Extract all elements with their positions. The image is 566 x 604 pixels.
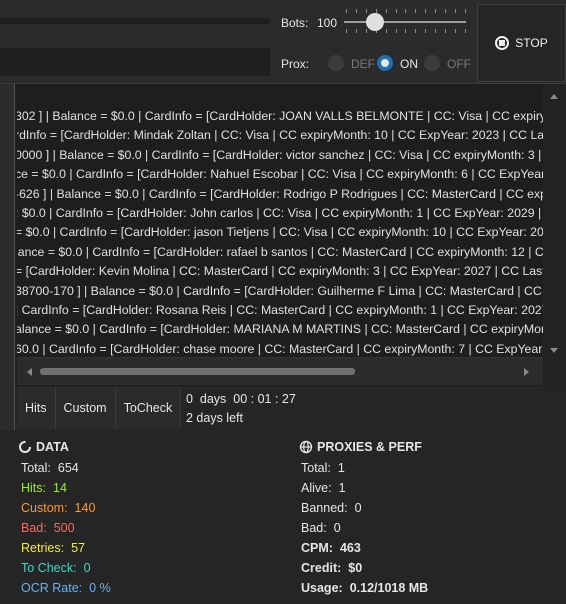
stat-value: 14 <box>53 481 67 495</box>
proxy-stat-row: Bad: 0 <box>301 521 341 535</box>
stat-value: 0 <box>333 521 341 535</box>
data-title-text: DATA <box>36 440 69 454</box>
elapsed-timer: 0 days 00 : 01 : 27 2 days left <box>186 390 296 428</box>
stat-label: Hits: <box>21 481 46 495</box>
log-line[interactable]: | CardInfo = [CardHolder: Rosana Reis | … <box>17 301 543 320</box>
left-splitter[interactable] <box>0 84 15 430</box>
prox-on-radio[interactable] <box>377 55 393 71</box>
scroll-left-icon[interactable] <box>27 368 32 376</box>
stat-label: Bad: <box>21 521 47 535</box>
slider-ticks-bottom <box>346 29 466 33</box>
data-stat-row: To Check: 0 <box>21 561 91 575</box>
stat-value: 0 <box>354 501 362 515</box>
stats-panel: DATA PROXIES & PERF Total: 654 Hits: 14 Cust… <box>0 430 566 604</box>
log-line[interactable]: 60.0 | CardInfo = [CardHolder: chase moo… <box>17 340 543 357</box>
stop-button[interactable]: STOP <box>477 4 566 82</box>
stat-value: 0 % <box>89 581 111 595</box>
log-line[interactable]: lance = $0.0 | CardInfo = [CardHolder: r… <box>17 243 543 262</box>
globe-icon <box>299 440 313 454</box>
prox-label: Prox: <box>281 57 310 71</box>
stop-icon <box>495 36 510 50</box>
data-stat-row: Hits: 14 <box>21 481 67 495</box>
log-line[interactable]: : $0.0 | CardInfo = [CardHolder: John ca… <box>17 204 543 223</box>
stat-label: OCR Rate: <box>21 581 83 595</box>
data-stat-row: OCR Rate: 0 % <box>21 581 111 595</box>
stat-value: 463 <box>339 541 361 555</box>
stat-label: To Check: <box>21 561 77 575</box>
stat-label: CPM: <box>301 541 333 555</box>
log-line[interactable]: alance = $0.0 | CardInfo = [CardHolder: … <box>17 320 543 339</box>
stat-label: Usage: <box>301 581 343 595</box>
result-tabs: Hits Custom ToCheck <box>17 387 182 429</box>
data-section-title: DATA <box>18 440 69 454</box>
top-bar-strip <box>0 18 270 24</box>
proxy-stat-row: Usage: 0.12/1018 MB <box>301 581 428 595</box>
bots-value: 100 <box>317 16 338 30</box>
stat-value: 1 <box>337 461 345 475</box>
stat-label: Total: <box>301 461 331 475</box>
slider-ticks-top <box>346 9 466 13</box>
log-line[interactable]: 302 ] | Balance = $0.0 | CardInfo = [Car… <box>17 107 543 126</box>
horizontal-scroll-thumb[interactable] <box>40 368 355 375</box>
stat-value: 140 <box>74 501 96 515</box>
ring-icon <box>19 441 31 453</box>
log-line[interactable]: = $0.0 | CardInfo = [CardHolder: jason T… <box>17 223 543 242</box>
proxy-stat-row: Banned: 0 <box>301 501 362 515</box>
data-stat-row: Custom: 140 <box>21 501 95 515</box>
prox-off-radio[interactable] <box>424 55 440 71</box>
proxy-stat-row: Credit: $0 <box>301 561 362 575</box>
bots-slider-handle[interactable] <box>366 13 384 31</box>
top-controls: Bots: 100 Prox: DEF ON OFF STOP <box>0 0 566 84</box>
log-vertical-scrollbar[interactable] <box>543 84 566 386</box>
prox-def-radio[interactable] <box>328 55 344 71</box>
stat-label: Total: <box>21 461 51 475</box>
stat-value: 654 <box>57 461 79 475</box>
prox-on-label: ON <box>400 57 418 71</box>
proxy-stat-row: CPM: 463 <box>301 541 361 555</box>
prox-off-label: OFF <box>447 57 471 71</box>
prox-def-label: DEF <box>351 57 375 71</box>
stop-label: STOP <box>515 36 548 50</box>
tab-custom[interactable]: Custom <box>55 387 116 429</box>
stat-value: 500 <box>53 521 75 535</box>
proxy-stat-row: Alive: 1 <box>301 481 346 495</box>
log-line[interactable]: = [CardHolder: Kevin Molina | CC: Master… <box>17 262 543 281</box>
timer-elapsed: 0 days 00 : 01 : 27 <box>186 392 296 406</box>
log-list[interactable]: 302 ] | Balance = $0.0 | CardInfo = [Car… <box>17 107 543 357</box>
stat-label: Alive: <box>301 481 332 495</box>
log-line[interactable]: 0000 ] | Balance = $0.0 | CardInfo = [Ca… <box>17 146 543 165</box>
stat-label: Retries: <box>21 541 65 555</box>
timer-remaining: 2 days left <box>186 411 243 425</box>
log-line[interactable]: -626 ] | Balance = $0.0 | CardInfo = [Ca… <box>17 185 543 204</box>
stat-label: Credit: <box>301 561 342 575</box>
stat-label: Bad: <box>301 521 327 535</box>
stat-value: 0.12/1018 MB <box>349 581 429 595</box>
scroll-down-icon[interactable] <box>550 348 558 353</box>
stat-label: Banned: <box>301 501 348 515</box>
log-line[interactable]: 38700-170 ] | Balance = $0.0 | CardInfo … <box>17 282 543 301</box>
log-line[interactable]: rdInfo = [CardHolder: Mindak Zoltan | CC… <box>17 126 543 145</box>
stat-value: 57 <box>71 541 85 555</box>
bots-label: Bots: <box>281 16 309 30</box>
stat-value: 1 <box>338 481 346 495</box>
bots-slider-track[interactable] <box>344 21 466 23</box>
proxy-stat-row: Total: 1 <box>301 461 345 475</box>
top-bar-field[interactable] <box>0 48 270 76</box>
data-stat-row: Bad: 500 <box>21 521 75 535</box>
scroll-right-icon[interactable] <box>524 368 529 376</box>
data-stat-row: Total: 654 <box>21 461 79 475</box>
proxies-section-title: PROXIES & PERF <box>299 440 422 454</box>
log-horizontal-scrollbar[interactable] <box>17 357 543 385</box>
stat-value: $0 <box>348 561 363 575</box>
proxies-title-text: PROXIES & PERF <box>317 440 422 454</box>
data-stat-row: Retries: 57 <box>21 541 85 555</box>
scroll-up-icon[interactable] <box>550 94 558 99</box>
stat-label: Custom: <box>21 501 68 515</box>
tab-tocheck[interactable]: ToCheck <box>115 387 182 429</box>
log-line[interactable]: ce = $0.0 | CardInfo = [CardHolder: Nahu… <box>17 165 543 184</box>
tab-hits[interactable]: Hits <box>17 387 56 429</box>
stat-value: 0 <box>83 561 91 575</box>
